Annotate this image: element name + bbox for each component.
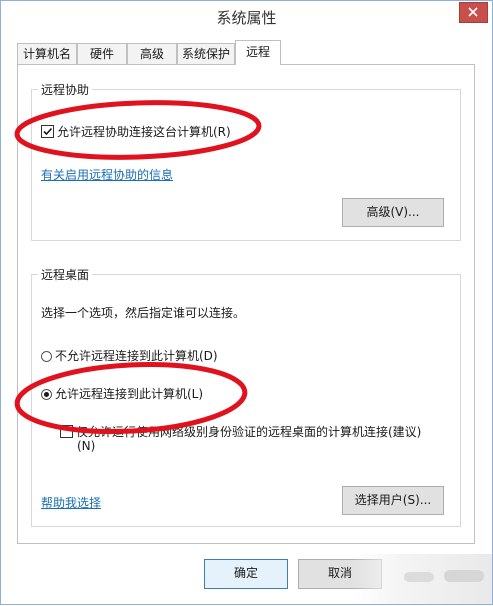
- remote-assistance-group: 远程协助 允许远程协助连接这台计算机(R) 有关启用远程协助的信息 高级(V).…: [31, 81, 461, 241]
- ok-button[interactable]: 确定: [204, 559, 288, 589]
- deny-remote-connections-label: 不允许远程连接到此计算机(D): [55, 349, 218, 363]
- allow-remote-connections-label: 允许远程连接到此计算机(L): [55, 387, 204, 401]
- close-button[interactable]: [459, 2, 488, 23]
- nla-label: 仅允许运行使用网络级别身份验证的远程桌面的计算机连接(建议): [76, 425, 422, 439]
- remote-tab-panel: 远程协助 允许远程协助连接这台计算机(R) 有关启用远程协助的信息 高级(V).…: [17, 64, 475, 544]
- allow-remote-connections-option[interactable]: 允许远程连接到此计算机(L): [41, 385, 203, 402]
- tab-system-protection[interactable]: 系统保护: [177, 43, 235, 64]
- nla-label-shortcut: (N): [77, 439, 96, 453]
- allow-remote-assistance-row[interactable]: 允许远程协助连接这台计算机(R): [41, 123, 231, 140]
- help-me-choose-link[interactable]: 帮助我选择: [41, 494, 101, 511]
- allow-remote-assistance-checkbox[interactable]: [41, 125, 54, 138]
- nla-checkbox[interactable]: [60, 425, 73, 438]
- window-title: 系统属性: [216, 9, 277, 27]
- tab-advanced[interactable]: 高级: [127, 43, 177, 64]
- system-properties-window: 系统属性 计算机名 硬件 高级 系统保护 远程 远程协助 允许远程协助连接这台计…: [0, 0, 493, 605]
- deny-remote-connections-option[interactable]: 不允许远程连接到此计算机(D): [41, 347, 218, 364]
- blurred-corner: [352, 554, 492, 604]
- remote-desktop-group: 远程桌面 选择一个选项，然后指定谁可以连接。 不允许远程连接到此计算机(D) 允…: [31, 266, 461, 527]
- blurred-mark: [404, 572, 434, 582]
- tab-hardware[interactable]: 硬件: [77, 43, 127, 64]
- close-icon: [468, 7, 478, 17]
- deny-remote-connections-radio[interactable]: [41, 351, 52, 362]
- tab-remote[interactable]: 远程: [235, 40, 281, 65]
- allow-remote-connections-radio[interactable]: [41, 389, 52, 400]
- title-bar[interactable]: 系统属性: [1, 1, 492, 33]
- tab-computer-name[interactable]: 计算机名: [17, 43, 77, 64]
- allow-remote-assistance-label: 允许远程协助连接这台计算机(R): [57, 125, 231, 139]
- select-users-button[interactable]: 选择用户(S)...: [342, 486, 444, 515]
- remote-desktop-instruction: 选择一个选项，然后指定谁可以连接。: [41, 306, 246, 320]
- nla-option[interactable]: 仅允许运行使用网络级别身份验证的远程桌面的计算机连接(建议): [60, 423, 421, 440]
- remote-assistance-group-label: 远程协助: [38, 81, 93, 98]
- advanced-button[interactable]: 高级(V)...: [342, 198, 444, 227]
- remote-desktop-group-label: 远程桌面: [38, 266, 93, 283]
- remote-assistance-info-link[interactable]: 有关启用远程协助的信息: [41, 166, 173, 183]
- blurred-mark: [444, 570, 484, 582]
- checkmark-icon: [43, 127, 53, 136]
- radio-selected-dot: [44, 392, 49, 397]
